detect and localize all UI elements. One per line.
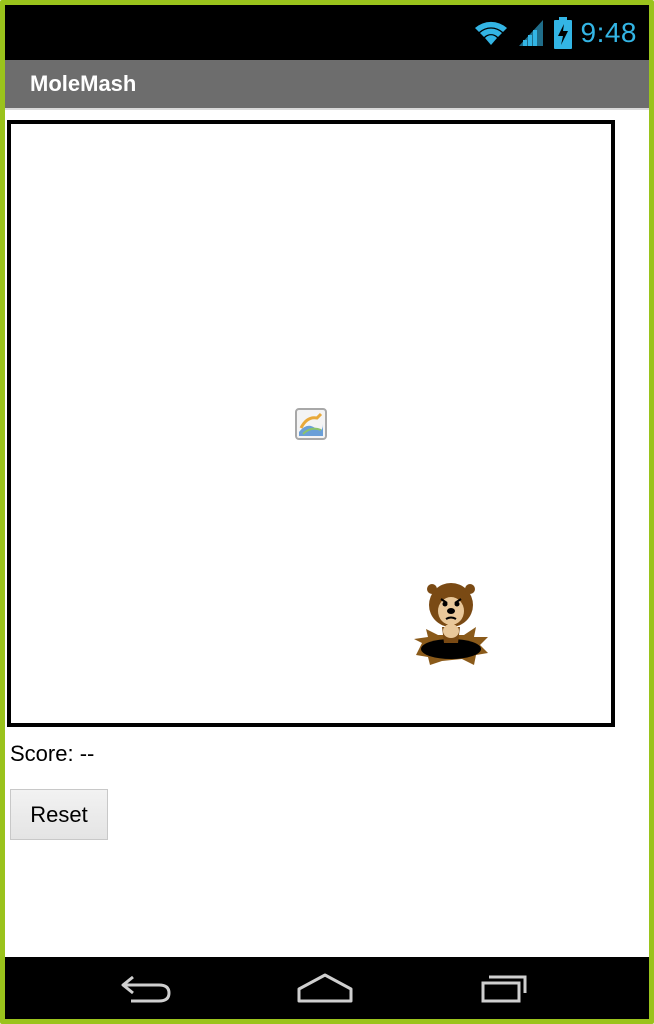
game-canvas[interactable] — [7, 120, 615, 727]
signal-icon — [518, 20, 543, 46]
battery-charging-icon — [553, 17, 572, 49]
status-bar: 9:48 — [5, 5, 649, 60]
status-icons: 9:48 — [473, 13, 638, 53]
app-title: MoleMash — [30, 71, 137, 96]
score-label: Score: -- — [10, 741, 95, 766]
title-bar: MoleMash — [5, 60, 649, 110]
status-time: 9:48 — [580, 17, 637, 48]
back-icon[interactable] — [117, 967, 177, 1007]
mole-icon[interactable] — [412, 581, 490, 667]
navigation-bar — [5, 957, 649, 1019]
recents-icon[interactable] — [471, 967, 533, 1007]
device-frame: 9:48 MoleMash Score: -- Reset — [0, 0, 654, 1024]
home-icon[interactable] — [293, 967, 357, 1007]
reset-button[interactable]: Reset — [10, 789, 108, 840]
broken-image-icon — [295, 408, 327, 440]
wifi-icon — [474, 21, 507, 45]
